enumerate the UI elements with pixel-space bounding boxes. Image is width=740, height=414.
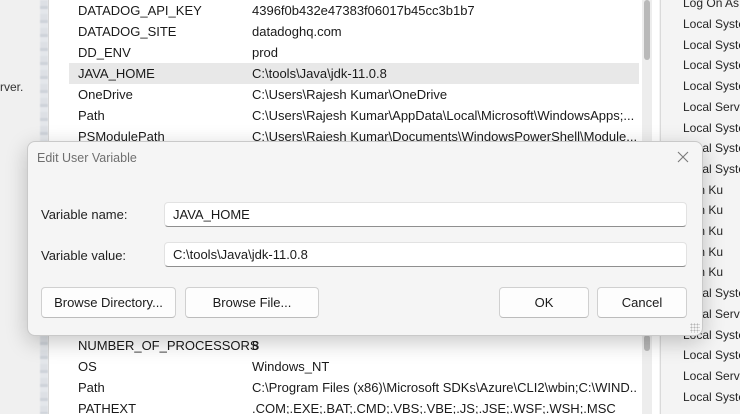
- close-icon-glyph: [677, 151, 689, 163]
- variable-value-input[interactable]: [164, 242, 687, 267]
- modal-overlay: Edit User Variable Variable name: Variab…: [0, 0, 740, 414]
- dialog-title: Edit User Variable: [37, 151, 137, 165]
- variable-name-input[interactable]: [164, 202, 687, 227]
- cancel-button[interactable]: Cancel: [597, 287, 687, 318]
- resize-grip[interactable]: [690, 323, 700, 333]
- browse-file-button[interactable]: Browse File...: [185, 287, 319, 318]
- variable-name-label: Variable name:: [41, 207, 128, 222]
- browse-directory-button[interactable]: Browse Directory...: [41, 287, 176, 318]
- variable-value-label: Variable value:: [41, 248, 127, 263]
- edit-user-variable-dialog: Edit User Variable Variable name: Variab…: [27, 141, 703, 336]
- close-icon[interactable]: [674, 148, 692, 166]
- ok-button[interactable]: OK: [499, 287, 589, 318]
